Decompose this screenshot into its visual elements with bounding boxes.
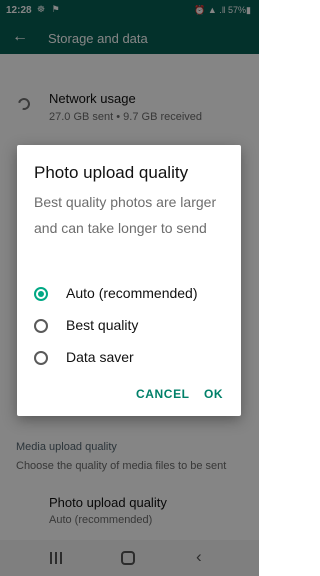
dialog-description: Best quality photos are larger and can t… (34, 194, 217, 236)
option-label: Best quality (66, 317, 139, 333)
option-best-quality[interactable]: Best quality (34, 313, 234, 339)
option-label: Data saver (66, 349, 134, 365)
cancel-button[interactable]: CANCEL (136, 387, 190, 401)
radio-unselected-icon[interactable] (34, 319, 48, 333)
dialog-title: Photo upload quality (34, 163, 189, 182)
option-label: Auto (recommended) (66, 285, 198, 301)
option-data-saver[interactable]: Data saver (34, 345, 234, 371)
radio-selected-icon[interactable] (34, 287, 48, 301)
radio-unselected-icon[interactable] (34, 351, 48, 365)
photo-quality-dialog: Photo upload quality Best quality photos… (17, 145, 241, 416)
ok-button[interactable]: OK (204, 387, 223, 401)
option-auto[interactable]: Auto (recommended) (34, 281, 234, 307)
